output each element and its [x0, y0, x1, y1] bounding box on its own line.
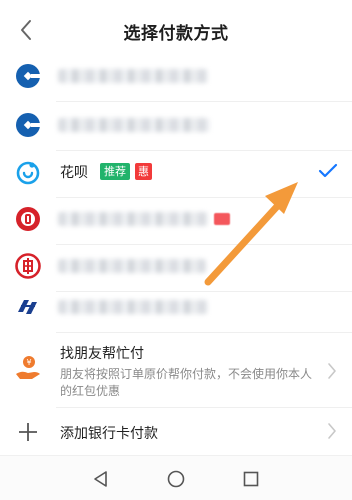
nav-recent-button[interactable]	[240, 468, 262, 490]
circle-home-icon	[167, 470, 185, 488]
discount-badge: 惠	[135, 163, 152, 180]
add-bank-card-option[interactable]	[0, 408, 352, 454]
friend-pay-description: 朋友将按照订单原价帮你付款，不会使用你本人的红包优惠	[60, 367, 313, 398]
chevron-right-icon	[328, 363, 336, 379]
icbc-logo-icon	[14, 252, 42, 280]
payment-option-bank-5[interactable]	[0, 281, 352, 333]
recommend-badge: 推荐	[100, 163, 130, 180]
chevron-right-icon	[328, 423, 336, 439]
huabei-label: 花呗	[60, 165, 88, 181]
blurred-bank-name	[58, 259, 206, 273]
chevron-left-icon	[21, 20, 31, 40]
payment-option-huabei[interactable]: 花呗 推荐 惠	[0, 146, 352, 198]
nav-home-button[interactable]	[165, 468, 187, 490]
ccb-logo-icon	[14, 111, 42, 139]
ccb-logo-icon	[14, 62, 42, 90]
payment-option-bank-1[interactable]	[0, 50, 352, 102]
square-recent-icon	[243, 471, 259, 487]
back-button[interactable]	[12, 16, 40, 44]
friend-pay-title: 找朋友帮忙付	[60, 346, 144, 362]
blurred-bank-name	[58, 212, 208, 226]
payment-option-bank-3[interactable]	[0, 193, 352, 245]
check-icon	[318, 163, 338, 178]
divider	[56, 332, 352, 333]
huabei-logo-icon	[14, 158, 42, 186]
triangle-back-icon	[94, 471, 107, 487]
bank-promo-chip	[214, 213, 230, 225]
nav-back-button[interactable]	[90, 468, 112, 490]
bank-of-beijing-logo-icon	[14, 205, 42, 233]
blurred-bank-name	[58, 300, 208, 314]
blurred-bank-name	[58, 118, 210, 132]
plus-icon	[14, 418, 42, 446]
payment-option-bank-2[interactable]	[0, 99, 352, 151]
friend-pay-icon: ¥	[14, 354, 42, 382]
blurred-bank-name	[58, 69, 208, 83]
spdb-logo-icon	[14, 293, 42, 321]
page-title: 选择付款方式	[123, 23, 229, 44]
svg-text:¥: ¥	[26, 358, 31, 367]
system-nav-bar	[0, 455, 352, 500]
add-bank-card-label: 添加银行卡付款	[60, 426, 158, 442]
